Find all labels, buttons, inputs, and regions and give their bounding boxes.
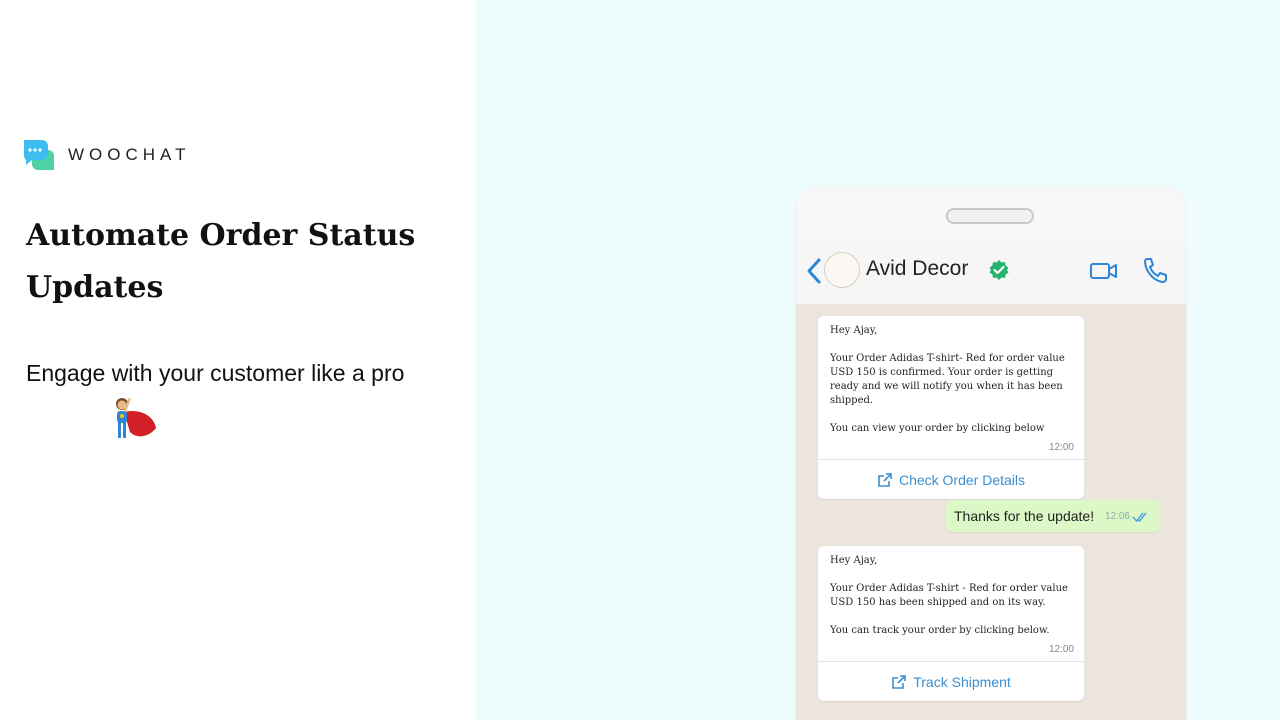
message-time: 12:06 bbox=[1104, 511, 1130, 522]
message-time: 12:00 bbox=[1048, 442, 1074, 453]
verified-badge-icon bbox=[988, 259, 1010, 281]
incoming-message: Hey Ajay, Your Order Adidas T-shirt - Re… bbox=[818, 546, 1084, 701]
double-check-icon bbox=[1132, 510, 1150, 523]
phone-call-icon[interactable] bbox=[1142, 256, 1168, 284]
chat-bubble-logo-icon bbox=[22, 138, 54, 172]
chat-area: Hey Ajay, Your Order Adidas T-shirt- Red… bbox=[796, 304, 1186, 720]
phone-speaker bbox=[946, 208, 1034, 224]
message-text: Hey Ajay, Your Order Adidas T-shirt - Re… bbox=[830, 555, 1068, 636]
button-label: Check Order Details bbox=[898, 471, 1026, 488]
external-link-icon bbox=[891, 674, 907, 690]
left-panel: WOOCHAT Automate Order Status Updates En… bbox=[0, 0, 476, 720]
page-title: Automate Order Status Updates bbox=[26, 218, 416, 305]
message-text: Hey Ajay, Your Order Adidas T-shirt- Red… bbox=[830, 325, 1065, 434]
back-chevron-icon[interactable] bbox=[804, 256, 824, 286]
button-label: Track Shipment bbox=[913, 673, 1011, 690]
track-shipment-button[interactable]: Track Shipment bbox=[818, 661, 1084, 701]
message-time: 12:00 bbox=[1048, 644, 1074, 655]
external-link-icon bbox=[877, 472, 893, 488]
message-text: Thanks for the update! bbox=[954, 508, 1095, 524]
incoming-message: Hey Ajay, Your Order Adidas T-shirt- Red… bbox=[818, 316, 1084, 499]
chat-header: Avid Decor bbox=[796, 242, 1186, 304]
brand-name: WOOCHAT bbox=[68, 145, 191, 164]
video-call-icon[interactable] bbox=[1089, 259, 1119, 283]
phone-mockup: Avid Decor Hey Ajay, Your Order Adidas T… bbox=[796, 186, 1186, 720]
subtitle: Engage with your customer like a pro bbox=[26, 360, 405, 386]
avatar[interactable] bbox=[824, 252, 860, 288]
superhero-icon bbox=[104, 392, 160, 448]
contact-name[interactable]: Avid Decor bbox=[866, 257, 968, 281]
brand: WOOCHAT bbox=[22, 138, 191, 172]
outgoing-message: Thanks for the update! 12:06 bbox=[946, 500, 1160, 532]
check-order-details-button[interactable]: Check Order Details bbox=[818, 459, 1084, 499]
